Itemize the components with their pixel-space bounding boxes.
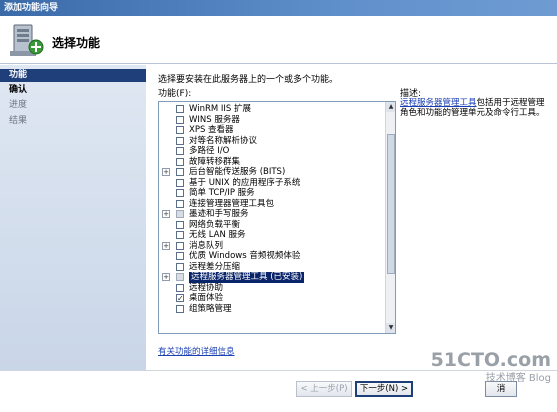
feature-label: 远程差分压缩 bbox=[189, 261, 241, 272]
feature-row[interactable]: + 墨迹和手写服务 bbox=[159, 209, 385, 220]
feature-row[interactable]: 连接管理器管理工具包 bbox=[159, 199, 385, 210]
sidebar-item-features[interactable]: 功能 bbox=[0, 69, 146, 82]
feature-checkbox[interactable] bbox=[176, 115, 184, 124]
feature-checkbox[interactable] bbox=[176, 241, 184, 250]
feature-checkbox[interactable] bbox=[176, 105, 184, 113]
window-title: 添加功能向导 bbox=[4, 3, 59, 13]
feature-label: 优质 Windows 音频视频体验 bbox=[189, 251, 301, 261]
wizard-header: 选择功能 bbox=[0, 16, 557, 64]
feature-checkbox[interactable] bbox=[176, 147, 184, 155]
main-panel: 选择要安装在此服务器上的一个或多个功能。 功能(F): 组策略管理 ✓ 桌面体验 远程… bbox=[146, 65, 557, 370]
feature-checkbox[interactable] bbox=[176, 304, 184, 313]
feature-label: 故障转移群集 bbox=[189, 156, 241, 167]
feature-row[interactable]: 远程协助 bbox=[159, 283, 385, 294]
feature-label: 连接管理器管理工具包 bbox=[189, 198, 275, 209]
window-titlebar: 添加功能向导 bbox=[0, 0, 557, 16]
feature-checkbox[interactable] bbox=[176, 252, 184, 260]
feature-row[interactable]: 多路径 I/O bbox=[159, 146, 385, 157]
expand-icon[interactable]: + bbox=[162, 210, 170, 218]
feature-label: 墨迹和手写服务 bbox=[189, 209, 249, 219]
wizard-steps-sidebar: 功能 确认 进度 结果 bbox=[0, 65, 146, 370]
expand-icon[interactable]: + bbox=[162, 273, 170, 281]
watermark: 51CTO.com 技术博客 Blog bbox=[431, 349, 551, 384]
feature-label: 远程协助 bbox=[189, 282, 224, 293]
feature-row[interactable]: 故障转移群集 bbox=[159, 157, 385, 168]
feature-label: 后台智能传送服务 (BITS) bbox=[189, 167, 286, 177]
scroll-thumb[interactable] bbox=[387, 134, 395, 274]
feature-label: 无线 LAN 服务 bbox=[189, 230, 246, 240]
feature-checkbox[interactable] bbox=[176, 199, 184, 208]
feature-row[interactable]: 网络负载平衡 bbox=[159, 220, 385, 231]
expand-icon[interactable]: + bbox=[162, 168, 170, 176]
sidebar-item-progress: 进度 bbox=[9, 100, 28, 110]
features-list-label: 功能(F): bbox=[158, 89, 192, 99]
feature-checkbox[interactable] bbox=[176, 168, 184, 176]
feature-row[interactable]: + 远程服务器管理工具 (已安装) bbox=[159, 272, 385, 283]
feature-checkbox[interactable] bbox=[176, 189, 184, 197]
scroll-up-arrow-icon[interactable]: ▲ bbox=[386, 102, 395, 112]
feature-label: 组策略管理 bbox=[189, 303, 232, 314]
description-link[interactable]: 远程服务器管理工具 bbox=[400, 98, 477, 108]
feature-checkbox[interactable] bbox=[176, 262, 184, 271]
description-text: 远程服务器管理工具包括用于远程管理角色和功能的管理单元及命令行工具。 bbox=[400, 98, 550, 118]
feature-checkbox[interactable] bbox=[176, 220, 184, 229]
feature-label: 网络负载平衡 bbox=[189, 219, 241, 230]
features-scrollbar[interactable]: ▲ ▼ bbox=[385, 102, 395, 333]
scroll-down-arrow-icon[interactable]: ▼ bbox=[386, 323, 395, 333]
feature-checkbox[interactable] bbox=[176, 210, 184, 218]
feature-row[interactable]: 基于 UNIX 的应用程序子系统 bbox=[159, 178, 385, 189]
page-title: 选择功能 bbox=[52, 36, 101, 50]
intro-text: 选择要安装在此服务器上的一个或多个功能。 bbox=[158, 75, 339, 85]
feature-row[interactable]: 远程差分压缩 bbox=[159, 262, 385, 273]
feature-label: 多路径 I/O bbox=[189, 146, 230, 156]
feature-row[interactable]: WINS 服务器 bbox=[159, 115, 385, 126]
feature-label: 对等名称解析协议 bbox=[189, 135, 258, 146]
next-button[interactable]: 下一步(N) > bbox=[355, 381, 413, 397]
sidebar-item-results: 结果 bbox=[9, 116, 28, 126]
feature-row[interactable]: XPS 查看器 bbox=[159, 125, 385, 136]
feature-checkbox[interactable] bbox=[176, 283, 184, 292]
feature-checkbox[interactable] bbox=[176, 273, 184, 281]
feature-row[interactable]: 无线 LAN 服务 bbox=[159, 230, 385, 241]
feature-row[interactable]: WinRM IIS 扩展 bbox=[159, 104, 385, 115]
feature-label: WinRM IIS 扩展 bbox=[189, 104, 252, 114]
back-button[interactable]: < 上一步(P) bbox=[296, 381, 352, 397]
feature-checkbox[interactable] bbox=[176, 126, 184, 134]
server-add-icon bbox=[10, 24, 44, 56]
feature-row[interactable]: ✓ 桌面体验 bbox=[159, 293, 385, 304]
expand-icon[interactable]: + bbox=[162, 241, 170, 250]
sidebar-item-confirm[interactable]: 确认 bbox=[0, 84, 146, 97]
feature-label: 远程服务器管理工具 (已安装) bbox=[189, 272, 305, 283]
more-info-link[interactable]: 有关功能的详细信息 bbox=[158, 345, 235, 357]
feature-checkbox[interactable] bbox=[176, 157, 184, 166]
features-list[interactable]: 组策略管理 ✓ 桌面体验 远程协助 + 远程服务器管理工具 (已安装) 远程差分压缩 优质 W… bbox=[158, 101, 396, 334]
feature-label: 桌面体验 bbox=[189, 293, 224, 303]
feature-row[interactable]: 优质 Windows 音频视频体验 bbox=[159, 251, 385, 262]
feature-row[interactable]: 组策略管理 bbox=[159, 304, 385, 315]
feature-checkbox[interactable]: ✓ bbox=[176, 294, 184, 303]
feature-checkbox[interactable] bbox=[176, 178, 184, 187]
feature-row[interactable]: 简单 TCP/IP 服务 bbox=[159, 188, 385, 199]
feature-label: 基于 UNIX 的应用程序子系统 bbox=[189, 177, 301, 188]
feature-label: 简单 TCP/IP 服务 bbox=[189, 188, 255, 198]
watermark-main: 51CTO.com bbox=[430, 349, 551, 371]
feature-label: XPS 查看器 bbox=[189, 125, 234, 135]
feature-checkbox[interactable] bbox=[176, 136, 184, 145]
feature-label: 消息队列 bbox=[189, 240, 224, 251]
feature-row[interactable]: 对等名称解析协议 bbox=[159, 136, 385, 147]
feature-label: WINS 服务器 bbox=[189, 114, 240, 125]
feature-checkbox[interactable] bbox=[176, 231, 184, 239]
feature-row[interactable]: + 消息队列 bbox=[159, 241, 385, 252]
feature-row[interactable]: + 后台智能传送服务 (BITS) bbox=[159, 167, 385, 178]
watermark-sub: 技术博客 Blog bbox=[485, 373, 551, 384]
